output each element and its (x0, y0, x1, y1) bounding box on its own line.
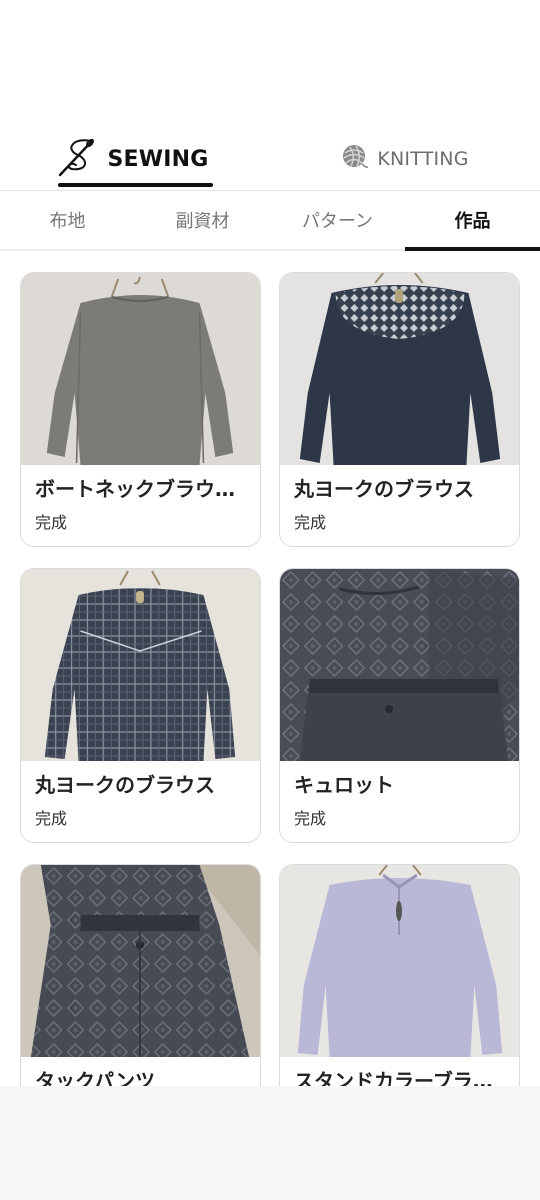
work-photo (280, 569, 519, 761)
work-status: 完成 (35, 513, 68, 532)
work-title: 丸ヨークのブラウス (35, 773, 215, 797)
bottom-area (0, 1086, 540, 1200)
work-photo (280, 865, 519, 1057)
work-photo (280, 273, 519, 465)
work-card[interactable]: キュロット 完成 (279, 568, 520, 843)
yarn-ball-icon (341, 143, 369, 175)
tab-knitting[interactable]: KNITTING (270, 128, 540, 190)
work-title: 丸ヨークのブラウス (294, 477, 474, 501)
work-card[interactable]: ボートネックブラウ… 完成 (20, 272, 261, 547)
tab-patterns[interactable]: パターン (270, 191, 405, 249)
tab-sewing-label: SEWING (107, 146, 209, 172)
work-title: ボートネックブラウ… (35, 477, 235, 501)
tab-knitting-label: KNITTING (377, 148, 469, 170)
work-status: 完成 (294, 809, 327, 828)
tab-fabric[interactable]: 布地 (0, 191, 135, 249)
category-tabs: 布地 副資材 パターン 作品 (0, 191, 540, 251)
work-title: スタンドカラーブラ… (294, 1069, 493, 1086)
active-tab-indicator (58, 183, 213, 187)
work-status: 完成 (294, 513, 327, 532)
work-card[interactable]: スタンドカラーブラ… (279, 864, 520, 1086)
work-card[interactable]: 丸ヨークのブラウス 完成 (20, 568, 261, 843)
works-grid: ボートネックブラウ… 完成 丸ヨークのブラウス 完成 丸ヨークのブラウス 完成 … (20, 272, 520, 1086)
status-bar-area (0, 0, 540, 128)
work-title: タックパンツ (35, 1069, 155, 1086)
tab-works[interactable]: 作品 (405, 191, 540, 249)
tab-notions[interactable]: 副資材 (135, 191, 270, 249)
needle-thread-icon (56, 135, 100, 183)
work-photo (21, 273, 260, 465)
work-card[interactable]: 丸ヨークのブラウス 完成 (279, 272, 520, 547)
mode-tabs: SEWING KNITTING (0, 128, 540, 190)
work-title: キュロット (294, 773, 394, 797)
work-card[interactable]: タックパンツ (20, 864, 261, 1086)
active-category-indicator (405, 247, 540, 251)
work-status: 完成 (35, 809, 68, 828)
work-photo (21, 569, 260, 761)
tab-sewing[interactable]: SEWING (0, 128, 270, 190)
work-photo (21, 865, 260, 1057)
